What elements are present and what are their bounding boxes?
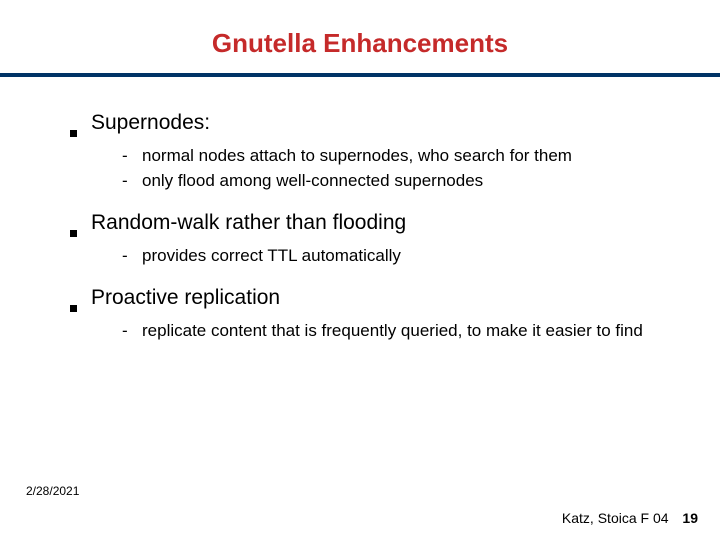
- footer-credit: Katz, Stoica F 04: [562, 510, 669, 526]
- content-area: Supernodes: - normal nodes attach to sup…: [0, 77, 720, 343]
- square-bullet-icon: [70, 130, 77, 137]
- page-number: 19: [682, 510, 698, 526]
- bullet-item: Random-walk rather than flooding: [70, 211, 660, 235]
- sub-list: - replicate content that is frequently q…: [122, 320, 660, 343]
- dash-icon: -: [122, 320, 136, 343]
- sub-item: - provides correct TTL automatically: [122, 245, 660, 268]
- bullet-item: Proactive replication: [70, 286, 660, 310]
- bullet-heading: Proactive replication: [91, 286, 280, 310]
- bullet-heading: Supernodes:: [91, 111, 210, 135]
- bullet-item: Supernodes:: [70, 111, 660, 135]
- bullet-heading: Random-walk rather than flooding: [91, 211, 406, 235]
- square-bullet-icon: [70, 305, 77, 312]
- dash-icon: -: [122, 145, 136, 168]
- footer-credit-block: Katz, Stoica F 04 19: [562, 510, 698, 526]
- sub-text: only flood among well-connected supernod…: [142, 170, 660, 193]
- dash-icon: -: [122, 245, 136, 268]
- sub-list: - provides correct TTL automatically: [122, 245, 660, 268]
- square-bullet-icon: [70, 230, 77, 237]
- slide: Gnutella Enhancements Supernodes: - norm…: [0, 0, 720, 540]
- sub-item: - normal nodes attach to supernodes, who…: [122, 145, 660, 168]
- sub-item: - replicate content that is frequently q…: [122, 320, 660, 343]
- dash-icon: -: [122, 170, 136, 193]
- sub-item: - only flood among well-connected supern…: [122, 170, 660, 193]
- footer-date: 2/28/2021: [26, 484, 79, 498]
- sub-text: normal nodes attach to supernodes, who s…: [142, 145, 660, 168]
- slide-title: Gnutella Enhancements: [0, 0, 720, 73]
- sub-text: replicate content that is frequently que…: [142, 320, 660, 343]
- sub-list: - normal nodes attach to supernodes, who…: [122, 145, 660, 193]
- sub-text: provides correct TTL automatically: [142, 245, 660, 268]
